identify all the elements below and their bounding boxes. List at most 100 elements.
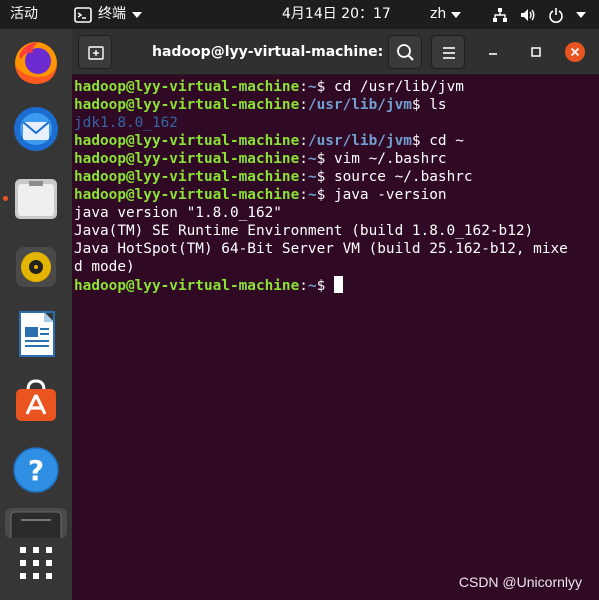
system-menu[interactable] <box>492 0 586 29</box>
output-text: java version "1.8.0_162" <box>74 205 282 221</box>
app-menu-label: 终端 <box>98 6 126 22</box>
files-icon <box>15 179 57 219</box>
dock-terminal[interactable] <box>5 508 67 538</box>
prompt-separator: : <box>299 151 308 167</box>
prompt-path: ~ <box>307 151 317 167</box>
top-bar: 活动 终端 4月14日 20：17 zh <box>0 0 599 29</box>
prompt-symbol: $ <box>316 151 334 167</box>
dock-rhythmbox[interactable] <box>11 242 61 292</box>
prompt-user: hadoop@lyy-virtual-machine <box>74 278 300 294</box>
show-applications-button[interactable] <box>16 543 56 583</box>
command-text: cd /usr/lib/jvm <box>333 79 464 95</box>
firefox-icon <box>15 42 57 84</box>
prompt-symbol: $ <box>316 278 334 294</box>
terminal-icon <box>10 511 62 538</box>
command-text: source ~/.bashrc <box>333 169 473 185</box>
running-indicator <box>3 196 8 201</box>
hamburger-menu-icon <box>443 47 455 59</box>
dock-help[interactable]: ? <box>11 445 61 495</box>
maximize-button[interactable] <box>525 41 547 63</box>
terminal-line: hadoop@lyy-virtual-machine:/usr/lib/jvm$… <box>74 132 596 150</box>
prompt-user: hadoop@lyy-virtual-machine <box>74 169 300 185</box>
chevron-down-icon <box>576 11 586 18</box>
search-button[interactable] <box>388 35 422 69</box>
input-method-menu[interactable]: zh <box>430 0 462 29</box>
maximize-icon <box>531 47 541 57</box>
new-tab-button[interactable] <box>78 35 112 69</box>
menu-button[interactable] <box>431 35 465 69</box>
prompt-user: hadoop@lyy-virtual-machine <box>74 97 300 113</box>
prompt-symbol: $ <box>316 187 334 203</box>
power-icon <box>549 7 563 23</box>
prompt-separator: : <box>299 187 308 203</box>
app-menu[interactable]: 终端 <box>74 0 142 29</box>
dock: ? <box>0 29 72 600</box>
terminal-line: hadoop@lyy-virtual-machine:/usr/lib/jvm$… <box>74 96 596 114</box>
terminal-line: hadoop@lyy-virtual-machine:~$ java -vers… <box>74 186 596 204</box>
terminal-line: Java HotSpot(TM) 64-Bit Server VM (build… <box>74 240 596 258</box>
new-tab-icon <box>88 46 104 60</box>
output-text: Java HotSpot(TM) 64-Bit Server VM (build… <box>74 241 568 257</box>
window-title: hadoop@lyy-virtual-machine: ~ <box>152 44 400 60</box>
chevron-down-icon <box>132 11 142 18</box>
minimize-button[interactable] <box>482 41 504 63</box>
show-applications-icon <box>20 547 52 579</box>
text-cursor <box>333 276 343 293</box>
terminal-line: hadoop@lyy-virtual-machine:~$ cd /usr/li… <box>74 78 596 96</box>
dock-ubuntu-software[interactable] <box>11 376 61 426</box>
prompt-separator: : <box>299 133 308 149</box>
ubuntu-software-icon <box>16 379 56 421</box>
prompt-separator: : <box>299 169 308 185</box>
terminal-output[interactable]: hadoop@lyy-virtual-machine:~$ cd /usr/li… <box>74 78 596 295</box>
volume-icon <box>521 8 535 21</box>
command-text: java -version <box>333 187 447 203</box>
dock-thunderbird[interactable] <box>11 104 61 154</box>
terminal-window: hadoop@lyy-virtual-machine: ~ hadoop@lyy… <box>72 29 599 600</box>
prompt-path: ~ <box>307 79 317 95</box>
prompt-symbol: $ <box>411 133 430 149</box>
prompt-path: ~ <box>307 187 317 203</box>
network-icon <box>493 7 507 22</box>
prompt-path: /usr/lib/jvm <box>307 133 412 149</box>
prompt-path: ~ <box>307 278 317 294</box>
prompt-symbol: $ <box>411 97 430 113</box>
close-button[interactable] <box>564 41 586 63</box>
watermark: CSDN @Unicornlyy <box>458 574 582 590</box>
command-text: vim ~/.bashrc <box>333 151 447 167</box>
input-method-label: zh <box>430 6 447 22</box>
terminal-app-icon <box>74 6 92 23</box>
prompt-path: ~ <box>307 169 317 185</box>
terminal-line: java version "1.8.0_162" <box>74 204 596 222</box>
output-text: Java(TM) SE Runtime Environment (build 1… <box>74 223 534 239</box>
libreoffice-writer-icon <box>19 311 55 357</box>
prompt-user: hadoop@lyy-virtual-machine <box>74 151 300 167</box>
prompt-symbol: $ <box>316 79 334 95</box>
close-icon <box>565 42 585 62</box>
terminal-line: jdk1.8.0_162 <box>74 114 596 132</box>
thunderbird-icon <box>14 107 58 151</box>
terminal-line: hadoop@lyy-virtual-machine:~$ vim ~/.bas… <box>74 150 596 168</box>
rhythmbox-icon <box>16 247 56 287</box>
command-text: cd ~ <box>429 133 464 149</box>
prompt-symbol: $ <box>316 169 334 185</box>
help-icon: ? <box>13 447 59 493</box>
terminal-line: d mode) <box>74 258 596 276</box>
prompt-user: hadoop@lyy-virtual-machine <box>74 79 300 95</box>
prompt-separator: : <box>299 278 308 294</box>
command-text: ls <box>429 97 447 113</box>
activities-button[interactable]: 活动 <box>10 0 38 29</box>
dock-libreoffice-writer[interactable] <box>11 309 61 359</box>
prompt-path: /usr/lib/jvm <box>307 97 412 113</box>
output-text: d mode) <box>74 259 135 275</box>
header-bar: hadoop@lyy-virtual-machine: ~ <box>72 29 599 75</box>
chevron-down-icon <box>451 11 462 18</box>
dock-firefox[interactable] <box>11 37 61 87</box>
svg-text:?: ? <box>28 454 44 487</box>
search-icon <box>397 44 414 61</box>
dock-files[interactable] <box>11 174 61 224</box>
terminal-line: hadoop@lyy-virtual-machine:~$ source ~/.… <box>74 168 596 186</box>
clock[interactable]: 4月14日 20：17 <box>282 0 391 29</box>
prompt-separator: : <box>299 79 308 95</box>
prompt-user: hadoop@lyy-virtual-machine <box>74 133 300 149</box>
minimize-icon <box>489 53 497 55</box>
